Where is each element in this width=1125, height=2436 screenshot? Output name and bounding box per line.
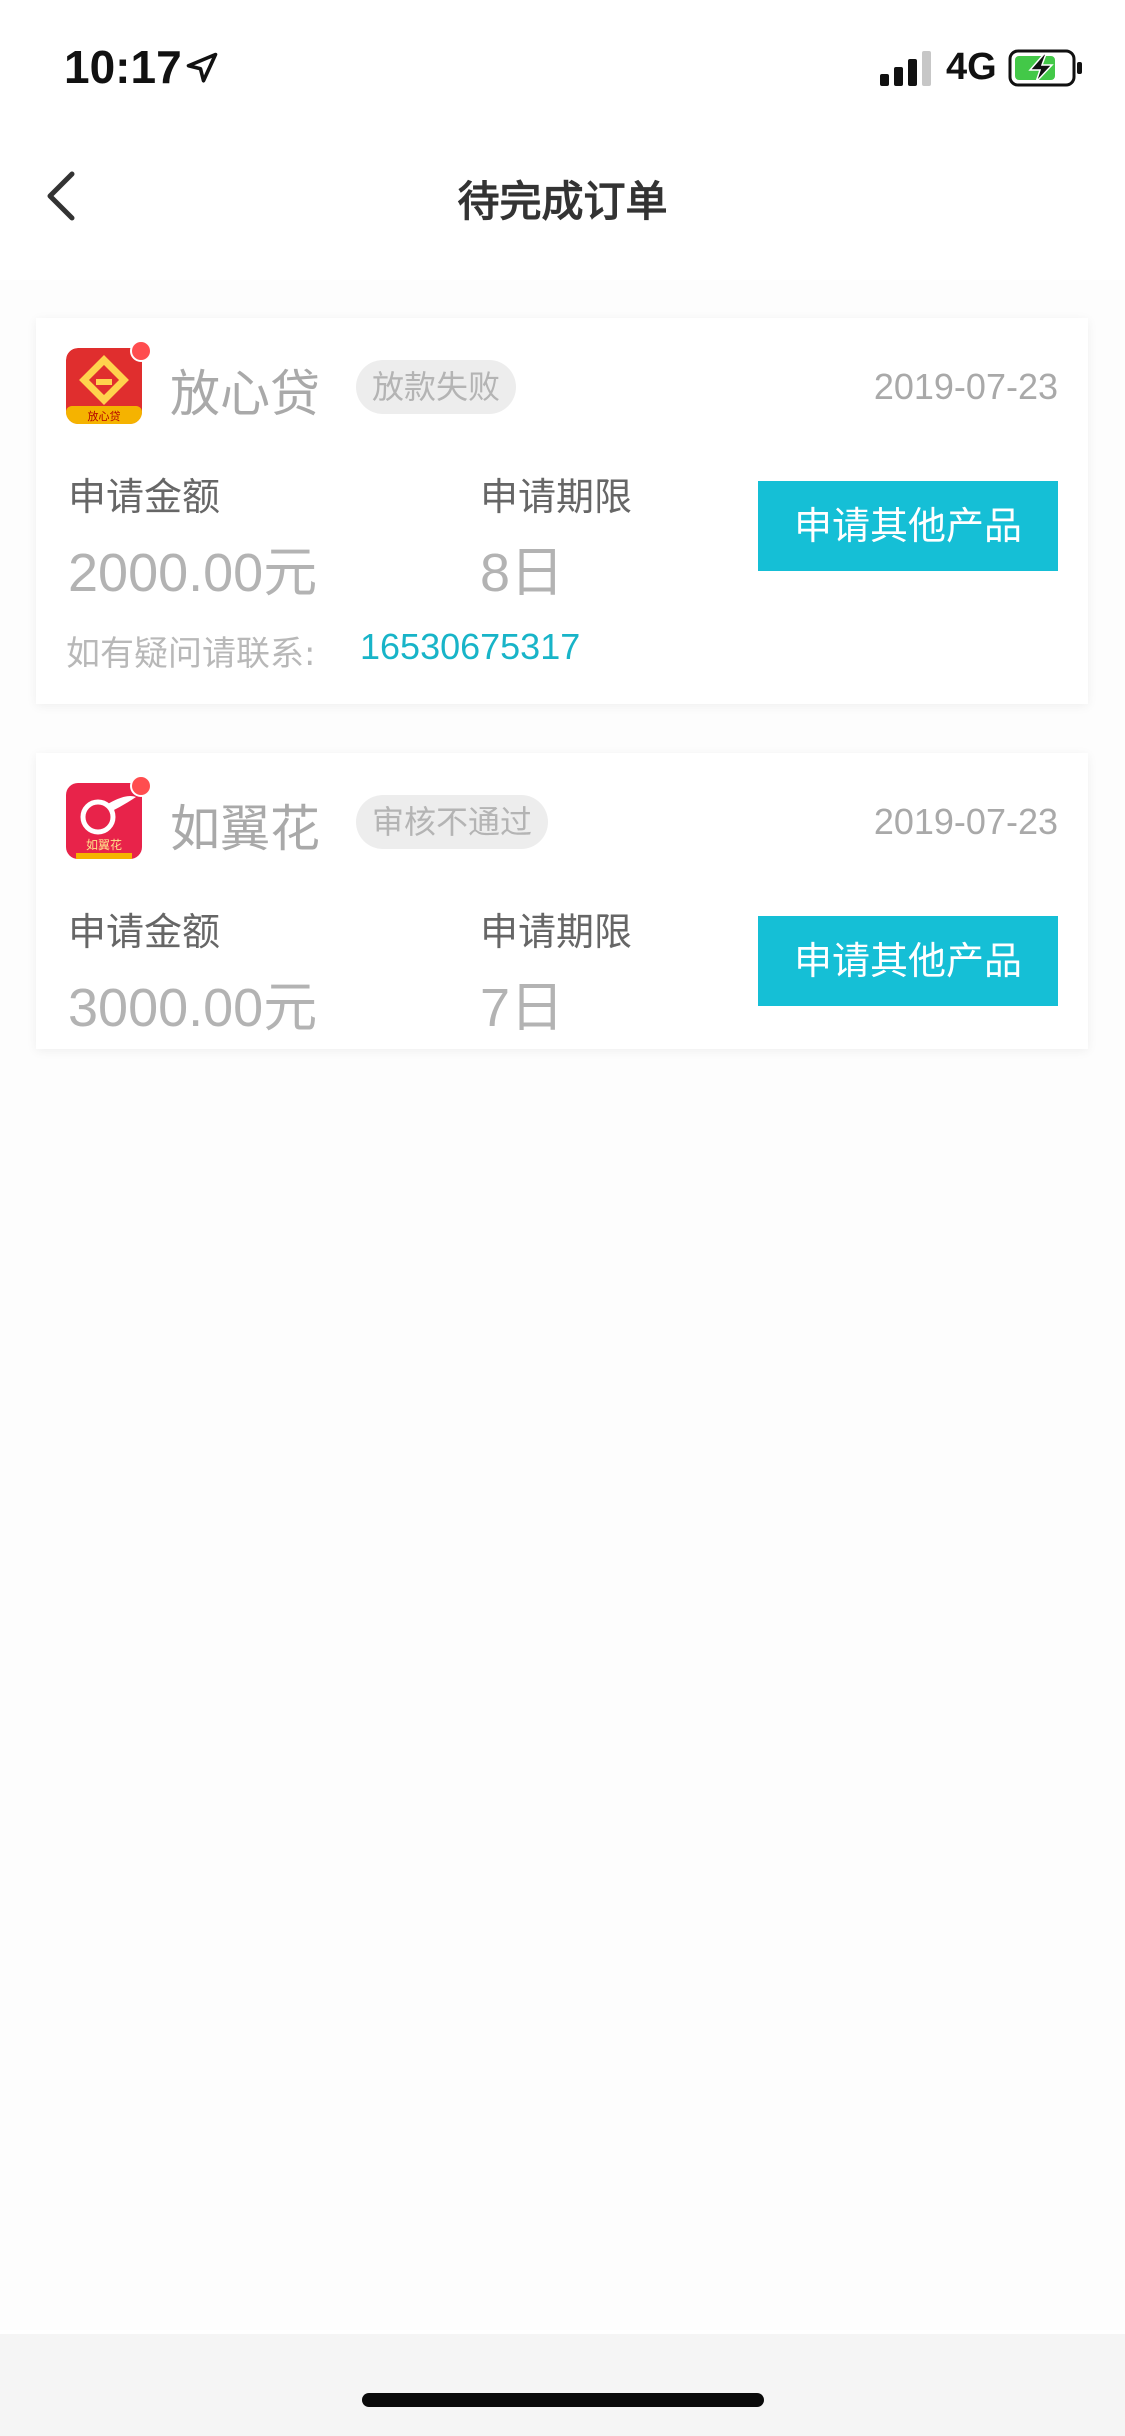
contact-phone-link[interactable]: 16530675317	[360, 626, 580, 668]
amount-label: 申请金额	[68, 910, 221, 954]
order-date: 2019-07-23	[873, 801, 1058, 842]
amount-label: 申请金额	[68, 475, 221, 519]
order-card: 如翼花 如翼花 审核不通过 2019-07-23 申请金额 3000.00元 申…	[36, 753, 1088, 1049]
apply-other-products-button[interactable]: 申请其他产品	[758, 916, 1058, 1006]
order-date: 2019-07-23	[873, 366, 1058, 407]
order-card: 放心贷 放心贷 放款失败 2019-07-23 申请金额 2000.00元 申请…	[36, 318, 1088, 704]
bottom-safe-area	[0, 2334, 1125, 2436]
term-label: 申请期限	[480, 910, 633, 954]
product-name: 如翼花	[170, 800, 320, 858]
page-title: 待完成订单	[457, 177, 668, 226]
ruyihua-logo-icon: 如翼花	[66, 783, 142, 859]
contact-label: 如有疑问请联系:	[66, 634, 316, 674]
svg-text:放心贷: 放心贷	[88, 409, 121, 423]
product-name: 放心贷	[170, 365, 320, 423]
amount-value: 3000.00元	[68, 978, 318, 1038]
amount-value: 2000.00元	[68, 543, 318, 603]
status-badge: 审核不通过	[356, 795, 549, 849]
term-value: 8日	[480, 543, 565, 603]
notification-dot	[130, 775, 152, 797]
fangxindai-logo-icon: 放心贷	[66, 348, 142, 424]
status-badge: 放款失败	[356, 360, 517, 414]
battery-charging-icon	[1008, 49, 1082, 87]
term-value: 7日	[480, 978, 565, 1038]
location-arrow-icon	[186, 52, 218, 83]
status-time: 10:17	[64, 41, 182, 93]
apply-other-products-button[interactable]: 申请其他产品	[758, 481, 1058, 571]
term-label: 申请期限	[480, 475, 633, 519]
notification-dot	[130, 340, 152, 362]
home-indicator[interactable]	[362, 2393, 764, 2407]
svg-text:如翼花: 如翼花	[86, 837, 122, 852]
network-type: 4G	[946, 46, 997, 88]
cellular-signal-icon	[880, 51, 931, 86]
